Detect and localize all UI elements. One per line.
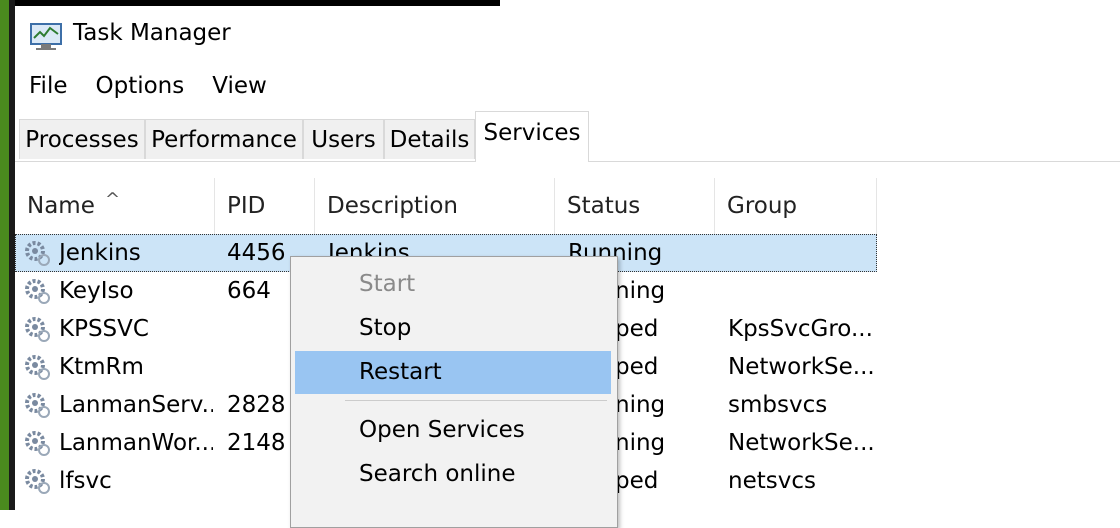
menu-bar: File Options View — [15, 68, 281, 104]
service-gear-icon — [25, 279, 50, 304]
cell-group: smbsvcs — [728, 392, 828, 418]
title-bar[interactable]: Task Manager — [15, 6, 1120, 62]
service-gear-icon — [25, 317, 50, 342]
table-header: Name ^ PID Description Status Group — [15, 178, 877, 234]
task-manager-window: Task Manager File Options View Processes… — [15, 6, 1120, 528]
column-header-pid[interactable]: PID — [215, 178, 315, 234]
cell-name: Jenkins — [59, 240, 141, 266]
tab-performance[interactable]: Performance — [145, 119, 303, 159]
service-gear-icon — [25, 241, 50, 266]
cell-status: ning — [615, 392, 666, 418]
cell-name: KtmRm — [59, 354, 144, 380]
context-menu-open-services[interactable]: Open Services — [295, 409, 611, 452]
tab-processes[interactable]: Processes — [19, 119, 145, 159]
context-menu-separator — [345, 400, 607, 401]
service-gear-icon — [25, 469, 50, 494]
window-title: Task Manager — [73, 20, 231, 46]
tab-details[interactable]: Details — [384, 119, 475, 159]
sort-ascending-icon: ^ — [105, 189, 121, 210]
cell-group: NetworkSe... — [728, 354, 873, 380]
tab-bar: Processes Performance Users Details Serv… — [15, 111, 1120, 162]
column-header-group[interactable]: Group — [715, 178, 877, 234]
service-gear-icon — [25, 393, 50, 418]
cell-status: ped — [615, 468, 659, 494]
cell-name: LanmanWor... — [59, 430, 213, 456]
menu-options[interactable]: Options — [82, 68, 199, 104]
context-menu-stop[interactable]: Stop — [295, 307, 611, 350]
column-header-name-label: Name — [27, 193, 95, 219]
cell-status: ning — [615, 278, 666, 304]
context-menu: Start Stop Restart Open Services Search … — [290, 256, 618, 528]
cell-name: KeyIso — [59, 278, 134, 304]
column-header-status[interactable]: Status — [555, 178, 715, 234]
cell-status: ped — [615, 316, 659, 342]
service-gear-icon — [25, 431, 50, 456]
cell-group — [728, 272, 873, 310]
context-menu-restart[interactable]: Restart — [295, 351, 611, 394]
cell-status: ped — [615, 354, 659, 380]
tab-users[interactable]: Users — [303, 119, 384, 159]
menu-view[interactable]: View — [198, 68, 281, 104]
context-menu-start: Start — [359, 271, 416, 297]
column-header-name[interactable]: Name ^ — [15, 178, 215, 234]
desktop-edge — [0, 0, 9, 510]
service-gear-icon — [25, 355, 50, 380]
menu-file[interactable]: File — [15, 68, 82, 104]
cell-group — [728, 234, 873, 272]
cell-status: ning — [615, 430, 666, 456]
context-menu-search-online[interactable]: Search online — [295, 453, 611, 496]
cell-group: NetworkSe... — [728, 430, 873, 456]
cell-group: netsvcs — [728, 468, 816, 494]
cell-name: LanmanServ... — [59, 392, 213, 418]
cell-name: KPSSVC — [59, 316, 149, 342]
tab-services[interactable]: Services — [475, 111, 589, 162]
column-header-description[interactable]: Description — [315, 178, 555, 234]
cell-group: KpsSvcGro... — [728, 316, 873, 342]
cell-name: lfsvc — [59, 468, 112, 494]
task-manager-icon — [30, 23, 62, 50]
